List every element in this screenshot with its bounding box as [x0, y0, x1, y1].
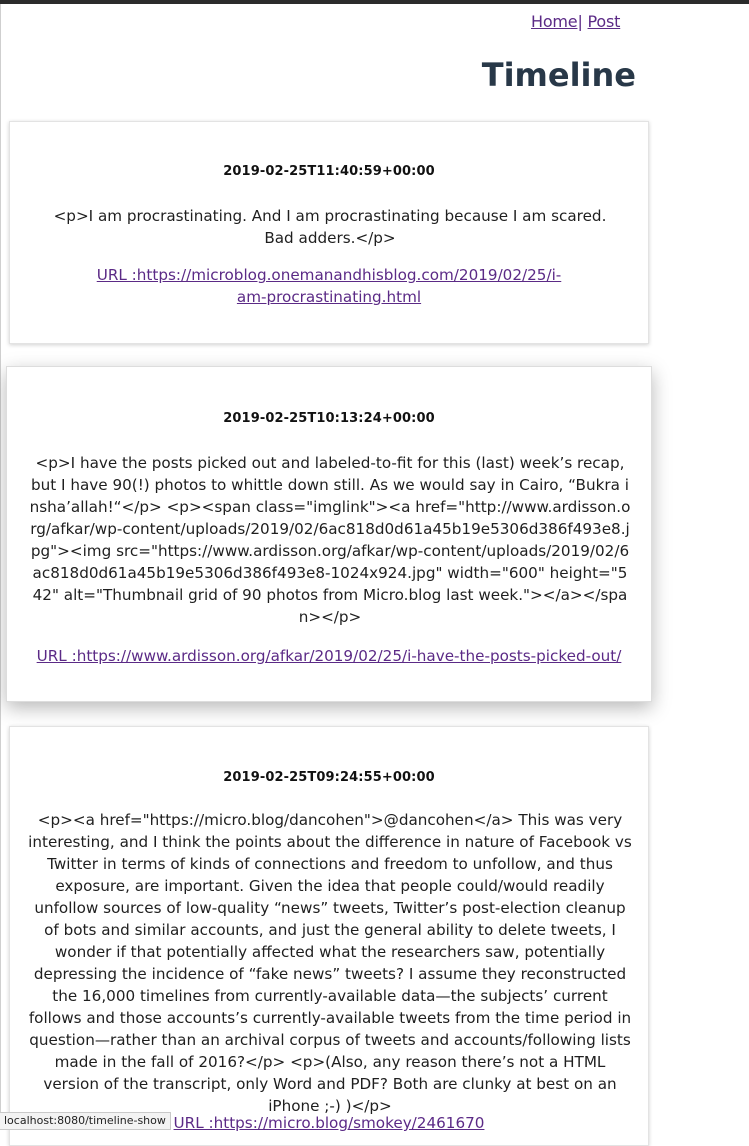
timeline-post: 2019-02-25T09:24:55+00:00 <p><a href="ht…: [9, 726, 649, 1146]
post-url-link[interactable]: URL :https://micro.blog/smokey/2461670: [174, 1114, 485, 1132]
post-body: <p><a href="https://micro.blog/dancohen"…: [28, 811, 632, 1115]
post-url: URL :https://microblog.onemanandhisblog.…: [10, 264, 648, 308]
post-url: URL :https://www.ardisson.org/afkar/2019…: [7, 645, 651, 667]
home-link[interactable]: Home: [531, 12, 578, 31]
post-url-link[interactable]: URL :https://www.ardisson.org/afkar/2019…: [37, 647, 622, 665]
post-body: <p>I have the posts picked out and label…: [29, 454, 631, 626]
window-top-border: [0, 0, 749, 4]
post-timestamp: 2019-02-25T11:40:59+00:00: [223, 164, 435, 179]
nav-separator: |: [577, 12, 583, 31]
top-nav: Home| Post: [531, 12, 620, 31]
post-url-link[interactable]: URL :https://microblog.onemanandhisblog.…: [97, 266, 562, 306]
post-timestamp: 2019-02-25T09:24:55+00:00: [223, 770, 435, 785]
post-timestamp: 2019-02-25T10:13:24+00:00: [223, 411, 435, 426]
post-body: <p>I am procrastinating. And I am procra…: [53, 207, 607, 247]
timeline-post: 2019-02-25T11:40:59+00:00 <p>I am procra…: [9, 121, 649, 344]
timeline-post: 2019-02-25T10:13:24+00:00 <p>I have the …: [6, 366, 652, 702]
post-link[interactable]: Post: [588, 12, 621, 31]
browser-status-bar: localhost:8080/timeline-show: [0, 1112, 171, 1130]
page-title: Timeline: [481, 56, 636, 94]
page-left-border: [0, 4, 1, 1128]
